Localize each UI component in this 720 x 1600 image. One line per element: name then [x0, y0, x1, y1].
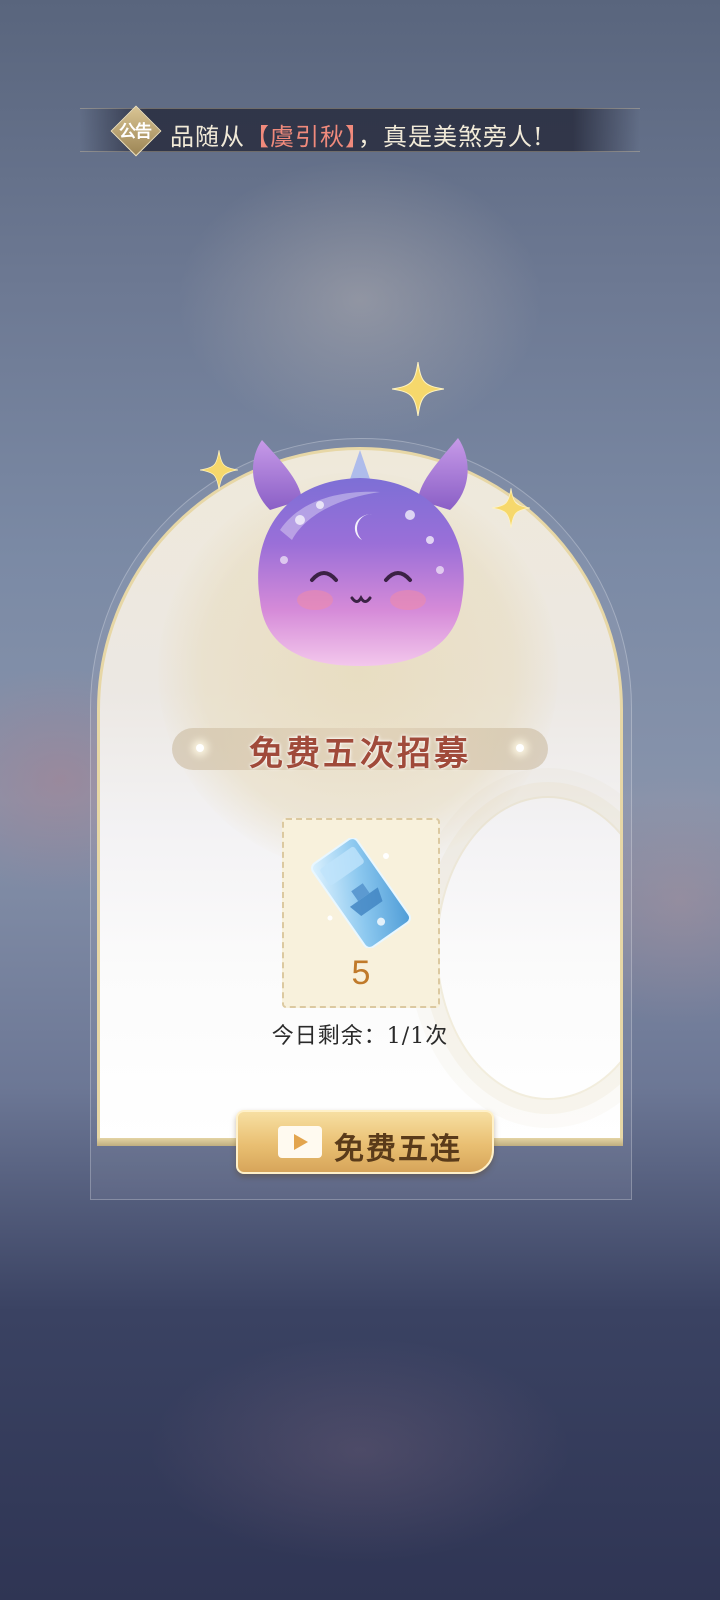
- announcement-badge: 公告: [110, 105, 162, 157]
- announcement-suffix: ，真是美煞旁人!: [358, 123, 544, 151]
- announcement-banner: 公告 品随从【虞引秋】，真是美煞旁人!: [80, 105, 640, 157]
- remaining-count-text: 今日剩余：1/1次: [271, 1024, 449, 1049]
- free-five-pull-button[interactable]: 免费五连: [236, 1110, 494, 1174]
- recruit-title: 免费五次招募: [249, 734, 471, 774]
- slime-mascot-image: [252, 438, 468, 666]
- video-play-icon: [278, 1126, 322, 1158]
- announcement-prefix: 品随从: [170, 123, 245, 151]
- sparkle-icon: [492, 488, 530, 528]
- sparkle-icon: [392, 362, 444, 416]
- card-decoration-arcs: [436, 796, 620, 1100]
- announcement-badge-label: 公告: [119, 122, 152, 142]
- announcement-highlight: 【虞引秋】: [245, 123, 358, 151]
- announcement-text: 品随从【虞引秋】，真是美煞旁人!: [170, 117, 544, 152]
- ticket-icon: [310, 838, 412, 948]
- reward-item-slot[interactable]: 5: [282, 818, 440, 1008]
- reward-item-count: 5: [351, 954, 371, 992]
- sparkle-icon: [200, 450, 238, 490]
- free-five-pull-label: 免费五连: [334, 1132, 462, 1167]
